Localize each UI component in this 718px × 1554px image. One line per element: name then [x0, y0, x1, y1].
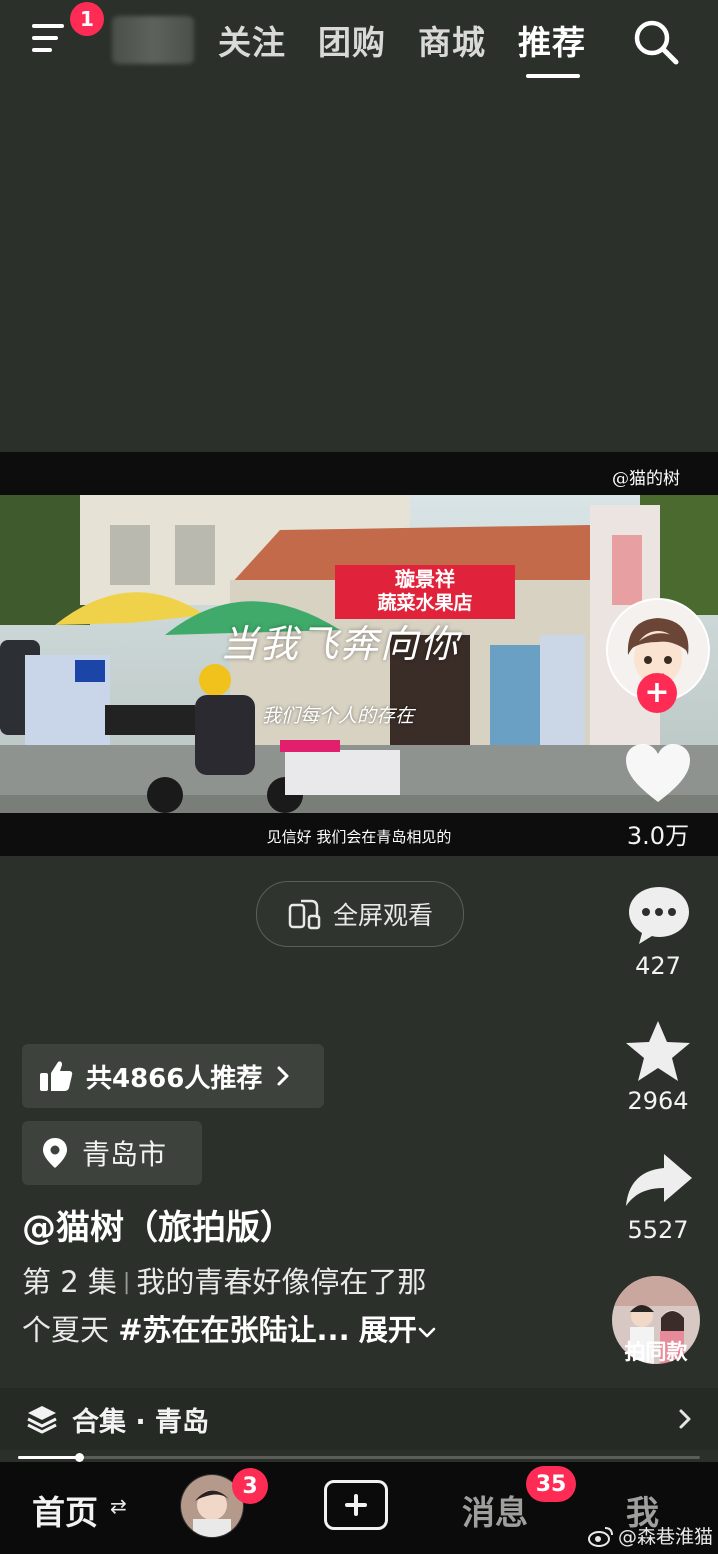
tab-mall[interactable]: 商城	[418, 16, 486, 64]
heart-icon	[626, 744, 690, 802]
comment-icon	[629, 887, 689, 944]
chevron-down-icon	[418, 1327, 436, 1338]
friends-badge: 3	[232, 1468, 268, 1504]
weibo-watermark: @森巷淮猫	[588, 1522, 713, 1549]
share-count: 5527	[627, 1216, 689, 1244]
collection-label: 合集 · 青岛	[72, 1407, 210, 1438]
description-line-2: 个夏天 #苏在在张陆让... 展开	[22, 1316, 582, 1345]
menu-notification-badge: 1	[70, 2, 104, 36]
favorite-button[interactable]	[624, 1018, 692, 1088]
video-overlay-line: 我们每个人的存在	[262, 705, 415, 727]
comment-button[interactable]	[626, 884, 692, 950]
shop-sign-line2: 蔬菜水果店	[377, 592, 473, 614]
collection-chevron-icon	[678, 1408, 692, 1434]
shop-sign-line1: 璇景祥	[395, 567, 455, 591]
blurred-tab	[112, 16, 194, 64]
description-text: 我的青春好像停在了那	[136, 1265, 427, 1299]
active-tab-indicator	[526, 74, 580, 78]
like-count: 3.0万	[626, 822, 690, 850]
fullscreen-label: 全屏观看	[332, 901, 433, 930]
recommend-chip[interactable]: 共4866人推荐	[22, 1044, 324, 1108]
location-pin-icon	[43, 1138, 67, 1168]
fullscreen-button[interactable]: 全屏观看	[256, 881, 464, 947]
nav-home[interactable]: 首页	[32, 1486, 98, 1534]
menu-button[interactable]	[28, 18, 76, 58]
location-chip[interactable]: 青岛市	[22, 1121, 202, 1185]
description-text-2: 个夏天	[22, 1313, 110, 1347]
menu-icon	[32, 24, 64, 52]
video-progress-handle[interactable]	[75, 1453, 84, 1462]
episode-label[interactable]: 第 2 集	[22, 1265, 117, 1299]
episode-separator: |	[122, 1270, 131, 1295]
thumbs-up-icon	[40, 1061, 73, 1091]
collection-layers-icon	[26, 1404, 58, 1438]
favorite-count: 2964	[627, 1087, 689, 1115]
tab-following[interactable]: 关注	[218, 16, 286, 64]
messages-badge: 35	[526, 1466, 576, 1502]
description-line-1: 第 2 集 | 我的青春好像停在了那	[22, 1268, 582, 1297]
search-button[interactable]	[630, 16, 684, 70]
watermark-text: @森巷淮猫	[618, 1526, 714, 1548]
follow-plus-button[interactable]: +	[637, 673, 677, 713]
expand-button[interactable]: 展开	[359, 1313, 437, 1347]
hashtag-link[interactable]: #苏在在张陆让...	[118, 1313, 349, 1347]
tab-group-buy[interactable]: 团购	[318, 16, 386, 64]
location-text: 青岛市	[82, 1138, 167, 1171]
expand-label: 展开	[358, 1313, 417, 1347]
tab-recommend[interactable]: 推荐	[518, 16, 586, 64]
video-progress-fill	[18, 1456, 79, 1459]
switch-arrows-icon: ⇄	[110, 1494, 127, 1518]
create-post-button[interactable]	[324, 1480, 388, 1530]
share-arrow-icon	[626, 1154, 692, 1206]
star-icon	[626, 1021, 690, 1081]
same-style-label: 拍同款	[624, 1340, 688, 1364]
video-progress-track[interactable]	[18, 1456, 700, 1459]
author-name[interactable]: @猫树（旅拍版）	[22, 1200, 294, 1249]
comment-count: 427	[635, 952, 681, 980]
nav-messages[interactable]: 消息	[462, 1486, 528, 1534]
share-button[interactable]	[624, 1150, 694, 1214]
chevron-right-icon	[277, 1066, 289, 1086]
video-overlay-title: 当我飞奔向你	[220, 622, 461, 666]
plus-icon	[345, 1494, 367, 1516]
weibo-logo-icon	[588, 1526, 613, 1547]
video-watermark: @猫的树	[612, 469, 680, 489]
nav-messages-label: 消息	[462, 1493, 528, 1532]
search-icon	[634, 20, 679, 65]
like-button[interactable]	[624, 742, 692, 810]
fullscreen-rotate-icon	[288, 899, 321, 930]
recommend-text: 共4866人推荐	[86, 1063, 263, 1094]
nav-home-label: 首页	[32, 1493, 98, 1532]
